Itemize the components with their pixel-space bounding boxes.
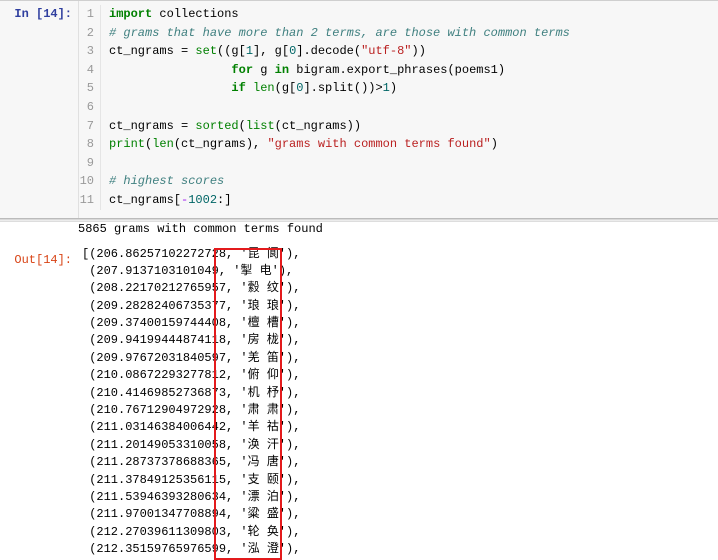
out-prompt: Out[14]: <box>0 246 78 559</box>
result-wrap: [(206.86257102272728, '昆 阆'), (207.91371… <box>78 246 300 559</box>
output-result: Out[14]: [(206.86257102272728, '昆 阆'), (… <box>0 242 718 559</box>
result-text: [(206.86257102272728, '昆 阆'), (207.91371… <box>78 246 300 559</box>
line-number-gutter: 1234567891011 <box>79 5 101 210</box>
code-content[interactable]: import collections # grams that have mor… <box>101 5 718 210</box>
input-cell: In [14]: 1234567891011 import collection… <box>0 0 718 218</box>
in-prompt: In [14]: <box>0 1 78 218</box>
code-editor[interactable]: 1234567891011 import collections # grams… <box>78 1 718 218</box>
stdout-text: 5865 grams with common terms found <box>0 222 718 242</box>
